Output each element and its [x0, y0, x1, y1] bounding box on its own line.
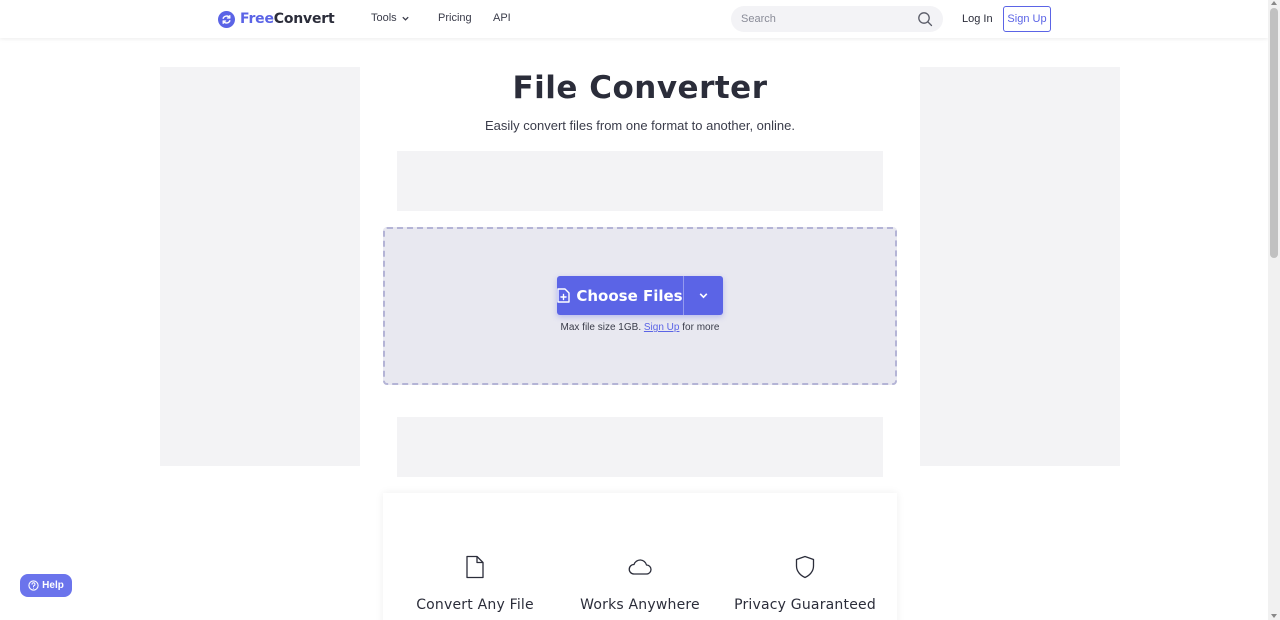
help-button[interactable]: Help [20, 574, 72, 597]
search-box [731, 6, 943, 32]
choose-files-group: Choose Files [557, 276, 723, 315]
feature-privacy-guaranteed: Privacy Guaranteed [723, 555, 887, 613]
feature-works-anywhere: Works Anywhere [558, 555, 722, 613]
login-link[interactable]: Log In [962, 13, 993, 25]
signup-link[interactable]: Sign Up [644, 322, 680, 333]
search-icon[interactable] [917, 11, 933, 27]
question-icon [28, 580, 39, 591]
ad-placeholder-top [397, 151, 883, 211]
scroll-up-icon[interactable] [1271, 1, 1277, 5]
chevron-down-icon [699, 293, 708, 299]
feature-convert-any-file: Convert Any File [393, 555, 557, 613]
nav-tools[interactable]: Tools [371, 12, 410, 24]
upload-source-dropdown[interactable] [684, 276, 723, 315]
brand-logo[interactable]: FreeConvert [218, 10, 335, 28]
file-add-icon [557, 288, 571, 303]
ad-placeholder-bottom [397, 417, 883, 477]
ad-placeholder-left [160, 67, 360, 466]
feature-label: Privacy Guaranteed [734, 597, 876, 613]
nav-pricing-label: Pricing [438, 12, 472, 24]
feature-label: Convert Any File [416, 597, 534, 613]
choose-files-button[interactable]: Choose Files [557, 276, 683, 315]
help-label: Help [42, 580, 64, 591]
signup-button[interactable]: Sign Up [1003, 6, 1051, 32]
search-input[interactable] [741, 13, 917, 25]
page-scrollbar[interactable] [1268, 0, 1280, 620]
ad-placeholder-right [920, 67, 1120, 466]
scroll-down-icon[interactable] [1271, 614, 1277, 618]
feature-label: Works Anywhere [580, 597, 700, 613]
features-card: Convert Any File Works Anywhere Privacy … [383, 493, 897, 620]
shield-icon [795, 555, 815, 579]
choose-files-label: Choose Files [576, 286, 683, 305]
page-subtitle: Easily convert files from one format to … [485, 118, 795, 133]
nav-api-label: API [493, 12, 511, 24]
cloud-icon [628, 559, 652, 575]
site-header: FreeConvert Tools Pricing API Log In Sig… [0, 0, 1268, 38]
brand-name: FreeConvert [240, 11, 335, 27]
max-file-size-note: Max file size 1GB. Sign Up for more [383, 322, 897, 333]
page-title: File Converter [512, 70, 768, 106]
logo-icon [218, 10, 235, 28]
scroll-thumb[interactable] [1270, 8, 1278, 258]
max-size-text: Max file size 1GB. [560, 322, 642, 333]
file-icon [466, 555, 484, 579]
max-size-suffix: for more [682, 322, 720, 333]
nav-pricing[interactable]: Pricing [438, 12, 472, 24]
nav-api[interactable]: API [493, 12, 511, 24]
nav-tools-label: Tools [371, 12, 397, 24]
chevron-down-icon [402, 16, 409, 21]
